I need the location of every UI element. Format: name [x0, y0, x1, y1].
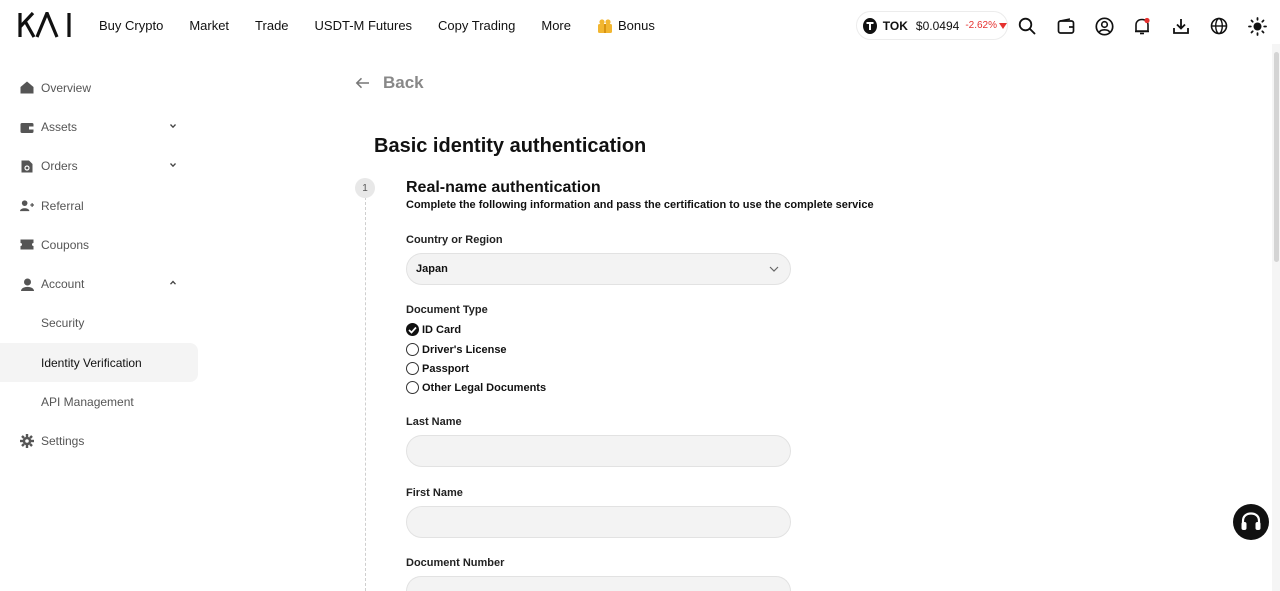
document-number-input[interactable]: [406, 576, 791, 591]
sidebar-item-coupons[interactable]: Coupons: [0, 225, 200, 264]
last-name-label: Last Name: [406, 416, 462, 428]
country-select[interactable]: Japan: [406, 253, 791, 285]
customer-support-button[interactable]: [1233, 504, 1269, 540]
first-name-label: First Name: [406, 487, 463, 499]
sidebar-item-label: Referral: [41, 198, 84, 213]
radio-unchecked-icon: [406, 362, 419, 375]
step-connector: [365, 197, 366, 591]
referral-icon: [20, 199, 34, 213]
nav-buy-crypto[interactable]: Buy Crypto: [99, 18, 163, 33]
sidebar-item-label: Assets: [41, 119, 78, 134]
theme-sun-icon[interactable]: [1246, 15, 1268, 37]
nav-copy-trading[interactable]: Copy Trading: [438, 18, 515, 33]
ticker-price: $0.0494: [915, 18, 960, 33]
step-number-badge: 1: [355, 178, 375, 198]
arrow-left-icon: [355, 77, 369, 89]
sidebar-item-label: Orders: [41, 159, 78, 174]
radio-checked-icon: [406, 323, 419, 336]
ticker-change: -2.62%: [965, 20, 997, 31]
home-icon: [20, 81, 34, 95]
sidebar-item-account[interactable]: Account: [0, 264, 200, 303]
back-label: Back: [383, 73, 424, 92]
sidebar-subitem-security[interactable]: Security: [0, 304, 200, 343]
radio-unchecked-icon: [406, 343, 419, 356]
chevron-up-icon: [170, 280, 176, 285]
nav-bonus-label: Bonus: [618, 18, 655, 33]
sidebar-item-label: Overview: [41, 80, 92, 95]
sidebar-item-settings[interactable]: Settings: [0, 422, 200, 461]
nav-trade[interactable]: Trade: [255, 18, 288, 33]
chevron-down-icon: [170, 123, 176, 129]
step-description: Complete the following information and p…: [406, 199, 874, 211]
sidebar-item-label: Account: [41, 277, 85, 292]
search-icon[interactable]: [1016, 15, 1038, 37]
document-number-label: Document Number: [406, 557, 505, 569]
sidebar-item-referral[interactable]: Referral: [0, 186, 200, 225]
scrollbar-thumb[interactable]: [1274, 52, 1279, 262]
radio-label: Passport: [422, 362, 470, 375]
globe-icon[interactable]: [1208, 15, 1230, 37]
sidebar-item-overview[interactable]: Overview: [0, 68, 200, 107]
headset-icon: [1241, 512, 1261, 530]
last-name-input[interactable]: [406, 435, 791, 467]
country-select-value: Japan: [416, 263, 448, 275]
step-title: Real-name authentication: [406, 179, 601, 196]
first-name-input[interactable]: [406, 506, 791, 538]
price-down-arrow-icon: [999, 22, 1007, 29]
nav-more[interactable]: More: [541, 18, 571, 33]
account-sidebar: Overview Assets Orders Referral Coupons …: [0, 68, 200, 461]
download-icon[interactable]: [1170, 15, 1192, 37]
main-nav: Buy Crypto Market Trade USDT-M Futures C…: [99, 18, 681, 33]
settings-icon: [20, 434, 34, 449]
bell-icon[interactable]: [1131, 15, 1153, 37]
coupon-icon: [20, 238, 34, 252]
sidebar-item-label: Settings: [41, 434, 85, 449]
chevron-down-icon: [170, 163, 176, 168]
sidebar-subitem-api-management[interactable]: API Management: [0, 382, 200, 421]
chevron-down-icon: [769, 266, 779, 272]
country-label: Country or Region: [406, 234, 503, 246]
tok-coin-icon: [863, 17, 877, 34]
nav-usdt-m-futures[interactable]: USDT-M Futures: [315, 18, 413, 33]
radio-label: Other Legal Documents: [422, 381, 547, 394]
sidebar-item-label: Coupons: [41, 237, 90, 252]
token-ticker[interactable]: TOK $0.0494 -2.62%: [856, 11, 1008, 40]
radio-drivers-license[interactable]: Driver's License: [406, 343, 507, 356]
nav-market[interactable]: Market: [189, 18, 229, 33]
sidebar-item-orders[interactable]: Orders: [0, 147, 200, 186]
user-icon[interactable]: [1093, 15, 1115, 37]
orders-icon: [20, 159, 34, 173]
nav-bonus[interactable]: Bonus: [597, 18, 655, 33]
radio-label: ID Card: [422, 323, 462, 336]
page-scrollbar[interactable]: [1272, 44, 1280, 591]
radio-unchecked-icon: [406, 381, 419, 394]
account-icon: [20, 277, 34, 291]
radio-id-card[interactable]: ID Card: [406, 323, 461, 336]
ticker-symbol: TOK: [882, 18, 908, 33]
radio-label: Driver's License: [422, 343, 507, 356]
back-button[interactable]: Back: [355, 73, 424, 93]
top-header: Buy Crypto Market Trade USDT-M Futures C…: [0, 0, 1280, 52]
gift-icon: [598, 18, 612, 33]
assets-icon: [20, 120, 34, 134]
sidebar-item-assets[interactable]: Assets: [0, 107, 200, 146]
document-type-label: Document Type: [406, 304, 488, 316]
sidebar-subitem-identity-verification[interactable]: Identity Verification: [0, 343, 198, 383]
page-title: Basic identity authentication: [374, 135, 647, 157]
kai-logo[interactable]: [18, 12, 74, 38]
wallet-icon[interactable]: [1055, 15, 1077, 37]
radio-other-legal-documents[interactable]: Other Legal Documents: [406, 381, 546, 394]
radio-passport[interactable]: Passport: [406, 362, 469, 375]
